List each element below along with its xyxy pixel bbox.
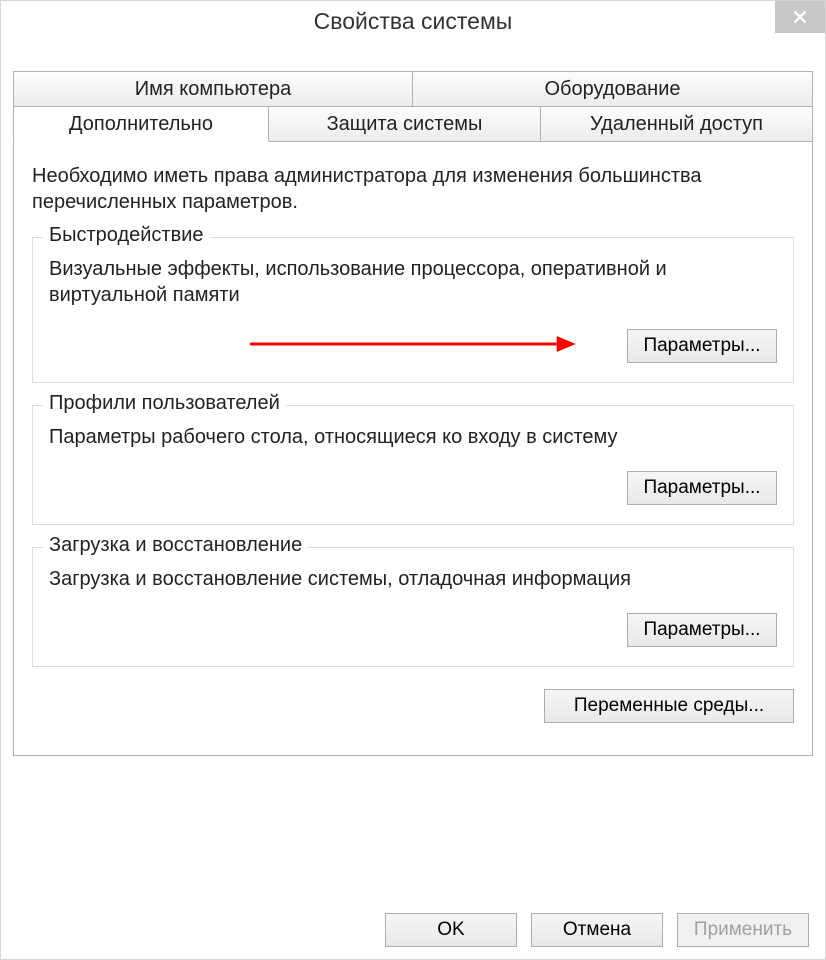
tab-system-protection[interactable]: Защита системы bbox=[269, 106, 541, 142]
tab-label: Удаленный доступ bbox=[590, 113, 763, 135]
cancel-button[interactable]: Отмена bbox=[531, 913, 663, 947]
dialog-button-row: OK Отмена Применить bbox=[385, 903, 813, 947]
tab-label: Имя компьютера bbox=[135, 78, 291, 100]
profiles-desc: Параметры рабочего стола, относящиеся ко… bbox=[49, 424, 777, 450]
profiles-legend: Профили пользователей bbox=[43, 392, 286, 415]
startup-desc: Загрузка и восстановление системы, отлад… bbox=[49, 566, 777, 592]
startup-legend: Загрузка и восстановление bbox=[43, 534, 308, 557]
ok-button[interactable]: OK bbox=[385, 913, 517, 947]
button-label: Отмена bbox=[563, 919, 631, 940]
close-button[interactable] bbox=[775, 1, 825, 33]
tab-computer-name[interactable]: Имя компьютера bbox=[13, 71, 413, 107]
tab-label: Защита системы bbox=[327, 113, 483, 135]
button-label: Параметры... bbox=[643, 335, 760, 356]
performance-settings-button[interactable]: Параметры... bbox=[627, 329, 777, 363]
startup-group: Загрузка и восстановление Загрузка и вос… bbox=[32, 547, 794, 667]
profiles-settings-button[interactable]: Параметры... bbox=[627, 471, 777, 505]
button-label: Переменные среды... bbox=[574, 695, 764, 716]
button-label: Применить bbox=[694, 919, 792, 940]
tabs-row-lower: Дополнительно Защита системы Удаленный д… bbox=[13, 106, 813, 142]
button-label: Параметры... bbox=[643, 619, 760, 640]
tab-remote[interactable]: Удаленный доступ bbox=[541, 106, 813, 142]
profiles-button-row: Параметры... bbox=[49, 468, 777, 508]
system-properties-window: Свойства системы Имя компьютера Оборудов… bbox=[0, 0, 826, 960]
tabs-row-upper: Имя компьютера Оборудование bbox=[13, 71, 813, 107]
startup-settings-button[interactable]: Параметры... bbox=[627, 613, 777, 647]
apply-button[interactable]: Применить bbox=[677, 913, 809, 947]
performance-desc: Визуальные эффекты, использование процес… bbox=[49, 256, 777, 308]
advanced-tab-panel: Необходимо иметь права администратора дл… bbox=[13, 141, 813, 756]
environment-variables-button[interactable]: Переменные среды... bbox=[544, 689, 794, 723]
dialog-body: Имя компьютера Оборудование Дополнительн… bbox=[13, 53, 813, 947]
startup-button-row: Параметры... bbox=[49, 610, 777, 650]
close-icon bbox=[793, 10, 807, 24]
performance-button-row: Параметры... bbox=[49, 326, 777, 366]
admin-rights-note: Необходимо иметь права администратора дл… bbox=[32, 163, 794, 215]
performance-group: Быстродействие Визуальные эффекты, испол… bbox=[32, 237, 794, 383]
profiles-group: Профили пользователей Параметры рабочего… bbox=[32, 405, 794, 525]
tab-hardware[interactable]: Оборудование bbox=[413, 71, 813, 107]
titlebar: Свойства системы bbox=[1, 1, 825, 41]
tab-label: Дополнительно bbox=[69, 113, 213, 135]
performance-legend: Быстродействие bbox=[43, 224, 210, 247]
tab-label: Оборудование bbox=[544, 78, 680, 100]
window-title: Свойства системы bbox=[314, 8, 513, 35]
button-label: OK bbox=[437, 919, 464, 940]
button-label: Параметры... bbox=[643, 477, 760, 498]
tab-advanced[interactable]: Дополнительно bbox=[13, 106, 269, 142]
env-vars-row: Переменные среды... bbox=[32, 689, 794, 723]
